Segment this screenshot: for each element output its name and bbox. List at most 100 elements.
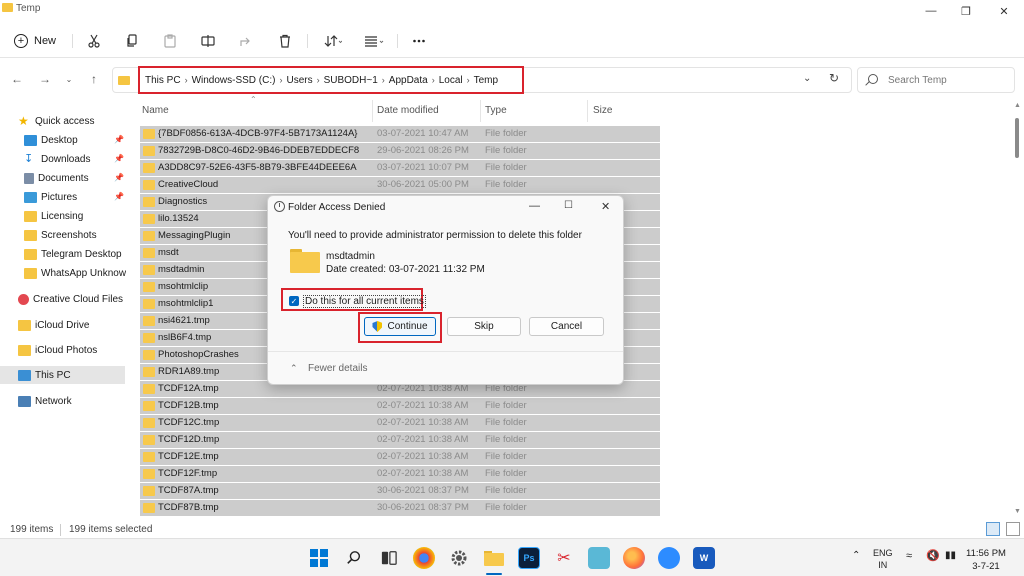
sidebar-item-downloads[interactable]: ↧ Downloads 📌 <box>24 150 150 168</box>
battery-icon[interactable]: ▮▮ <box>945 550 956 561</box>
sidebar-item-screenshots[interactable]: Screenshots <box>24 226 150 244</box>
sidebar-item-icloud-drive[interactable]: iCloud Drive <box>18 316 144 334</box>
scroll-down-icon[interactable]: ▼ <box>1014 508 1021 515</box>
copy-icon <box>127 34 137 47</box>
column-name[interactable]: Name <box>142 105 169 116</box>
sidebar-item-desktop[interactable]: Desktop 📌 <box>24 131 150 149</box>
settings-button[interactable] <box>448 547 470 569</box>
sidebar-item-quick-access[interactable]: ★ Quick access <box>18 112 144 130</box>
sidebar-item-icloud-photos[interactable]: iCloud Photos <box>18 341 144 359</box>
table-row[interactable]: {7BDF0856-613A-4DCB-97F4-5B7173A1124A} 03… <box>140 126 660 142</box>
chevron-up-icon[interactable]: ⌃ <box>852 550 860 561</box>
paste-button[interactable] <box>159 32 181 50</box>
table-row[interactable]: TCDF12C.tmp 02-07-2021 10:38 AM File folde… <box>140 415 660 431</box>
cancel-button[interactable]: Cancel <box>529 317 604 336</box>
scroll-up-icon[interactable]: ▲ <box>1014 102 1021 109</box>
search-taskbar-button[interactable] <box>343 547 365 569</box>
table-row[interactable]: CreativeCloud 30-06-2021 05:00 PM File fol… <box>140 177 660 193</box>
dialog-close-button[interactable]: ✕ <box>601 200 610 213</box>
breadcrumb-item[interactable]: SUBODH~1 <box>324 75 378 86</box>
chat-icon[interactable] <box>658 547 680 569</box>
chevron-up-icon[interactable]: ⌃ <box>290 363 298 374</box>
details-view-button[interactable] <box>986 522 1000 536</box>
table-row[interactable]: 7832729B-D8C0-46D2-9B46-DDEB7EDDECF8 29-0… <box>140 143 660 159</box>
file-name: Diagnostics <box>158 196 208 207</box>
chrome-icon[interactable] <box>413 547 435 569</box>
breadcrumb-item[interactable]: AppData <box>389 75 428 86</box>
file-explorer-button[interactable] <box>483 547 505 569</box>
fewer-details-button[interactable]: Fewer details <box>308 363 367 374</box>
table-row[interactable]: TCDF12F.tmp 02-07-2021 10:38 AM File folde… <box>140 466 660 482</box>
photoshop-icon[interactable]: Ps <box>518 547 540 569</box>
table-row[interactable]: TCDF12D.tmp 02-07-2021 10:38 AM File folde… <box>140 432 660 448</box>
speaker-muted-icon[interactable]: 🔇 <box>926 549 940 562</box>
table-row[interactable]: TCDF12E.tmp 02-07-2021 10:38 AM File folde… <box>140 449 660 465</box>
column-divider[interactable] <box>372 100 373 122</box>
close-button[interactable]: ✕ <box>994 3 1014 19</box>
back-button[interactable]: ← <box>10 72 24 86</box>
file-name: PhotoshopCrashes <box>158 349 239 360</box>
firefox-icon[interactable] <box>623 547 645 569</box>
search-box[interactable]: Search Temp <box>857 67 1015 93</box>
column-type[interactable]: Type <box>485 105 507 116</box>
apply-all-checkbox[interactable]: ✓ <box>289 296 299 306</box>
table-row[interactable]: TCDF87B.tmp 30-06-2021 08:37 PM File folde… <box>140 500 660 516</box>
continue-button[interactable]: Continue <box>364 317 436 336</box>
more-options-button[interactable] <box>408 32 430 50</box>
share-button[interactable] <box>235 32 257 50</box>
folder-icon <box>143 129 155 139</box>
dialog-minimize-button[interactable]: — <box>529 200 540 212</box>
sidebar-item-telegram-desktop[interactable]: Telegram Desktop <box>24 245 150 263</box>
breadcrumb-item[interactable]: Users <box>286 75 312 86</box>
word-icon[interactable]: W <box>693 547 715 569</box>
cut-button[interactable] <box>83 32 105 50</box>
table-row[interactable]: A3DD8C97-52E6-43F5-8B79-3BFE44DEEE6A 03-0… <box>140 160 660 176</box>
apply-all-label[interactable]: Do this for all current items <box>303 295 426 308</box>
sidebar-item-creative-cloud-files[interactable]: Creative Cloud Files <box>18 290 144 308</box>
clock[interactable]: 11:56 PM 3-7-21 <box>966 547 1006 573</box>
table-row[interactable]: TCDF87A.tmp 30-06-2021 08:37 PM File folde… <box>140 483 660 499</box>
breadcrumb-item[interactable]: This PC <box>145 75 181 86</box>
sidebar-item-documents[interactable]: Documents 📌 <box>24 169 150 187</box>
column-divider[interactable] <box>480 100 481 122</box>
dialog-maximize-button[interactable]: ☐ <box>564 200 573 211</box>
breadcrumb[interactable]: This PC › Windows-SSD (C:) › Users › SUBODH… <box>138 66 524 94</box>
column-size[interactable]: Size <box>593 105 612 116</box>
sidebar-item-network[interactable]: Network <box>18 392 144 410</box>
start-button[interactable] <box>308 547 330 569</box>
column-divider[interactable] <box>587 100 588 122</box>
maximize-button[interactable]: ❐ <box>956 3 976 19</box>
sidebar-item-pictures[interactable]: Pictures 📌 <box>24 188 150 206</box>
file-type: File folder <box>485 179 527 190</box>
breadcrumb-item[interactable]: Local <box>439 75 463 86</box>
breadcrumb-item[interactable]: Temp <box>474 75 498 86</box>
tiles-view-button[interactable] <box>1006 522 1020 536</box>
snipping-tool-icon[interactable]: ✂ <box>553 547 575 569</box>
forward-button[interactable]: → <box>38 72 52 86</box>
recent-locations-button[interactable]: ⌄ <box>62 72 76 86</box>
view-button[interactable] <box>360 32 388 50</box>
up-button[interactable]: ↑ <box>87 72 101 86</box>
scrollbar-thumb[interactable] <box>1015 118 1019 158</box>
address-dropdown-button[interactable]: ⌄ <box>803 73 811 84</box>
minimize-button[interactable]: — <box>921 3 941 19</box>
search-input[interactable]: Search Temp <box>888 75 947 86</box>
column-date-modified[interactable]: Date modified <box>377 105 439 116</box>
delete-button[interactable] <box>274 32 296 50</box>
wifi-icon[interactable]: ≈ <box>906 550 912 562</box>
sidebar-item-this-pc[interactable]: This PC <box>0 366 125 384</box>
vertical-scrollbar[interactable]: ▲ ▼ <box>1013 100 1021 520</box>
language-indicator[interactable]: ENG IN <box>873 547 893 571</box>
sidebar-item-licensing[interactable]: Licensing <box>24 207 150 225</box>
copy-button[interactable] <box>121 32 143 50</box>
sort-button[interactable] <box>320 32 346 50</box>
rename-button[interactable] <box>197 32 219 50</box>
new-button[interactable]: + New <box>14 32 56 50</box>
notepad-icon[interactable] <box>588 547 610 569</box>
table-row[interactable]: TCDF12B.tmp 02-07-2021 10:38 AM File folde… <box>140 398 660 414</box>
skip-button[interactable]: Skip <box>447 317 521 336</box>
task-view-button[interactable] <box>378 547 400 569</box>
sidebar-item-whatsapp-unknown[interactable]: WhatsApp Unknown <box>24 264 126 282</box>
refresh-button[interactable]: ↻ <box>829 71 839 85</box>
breadcrumb-item[interactable]: Windows-SSD (C:) <box>192 75 276 86</box>
